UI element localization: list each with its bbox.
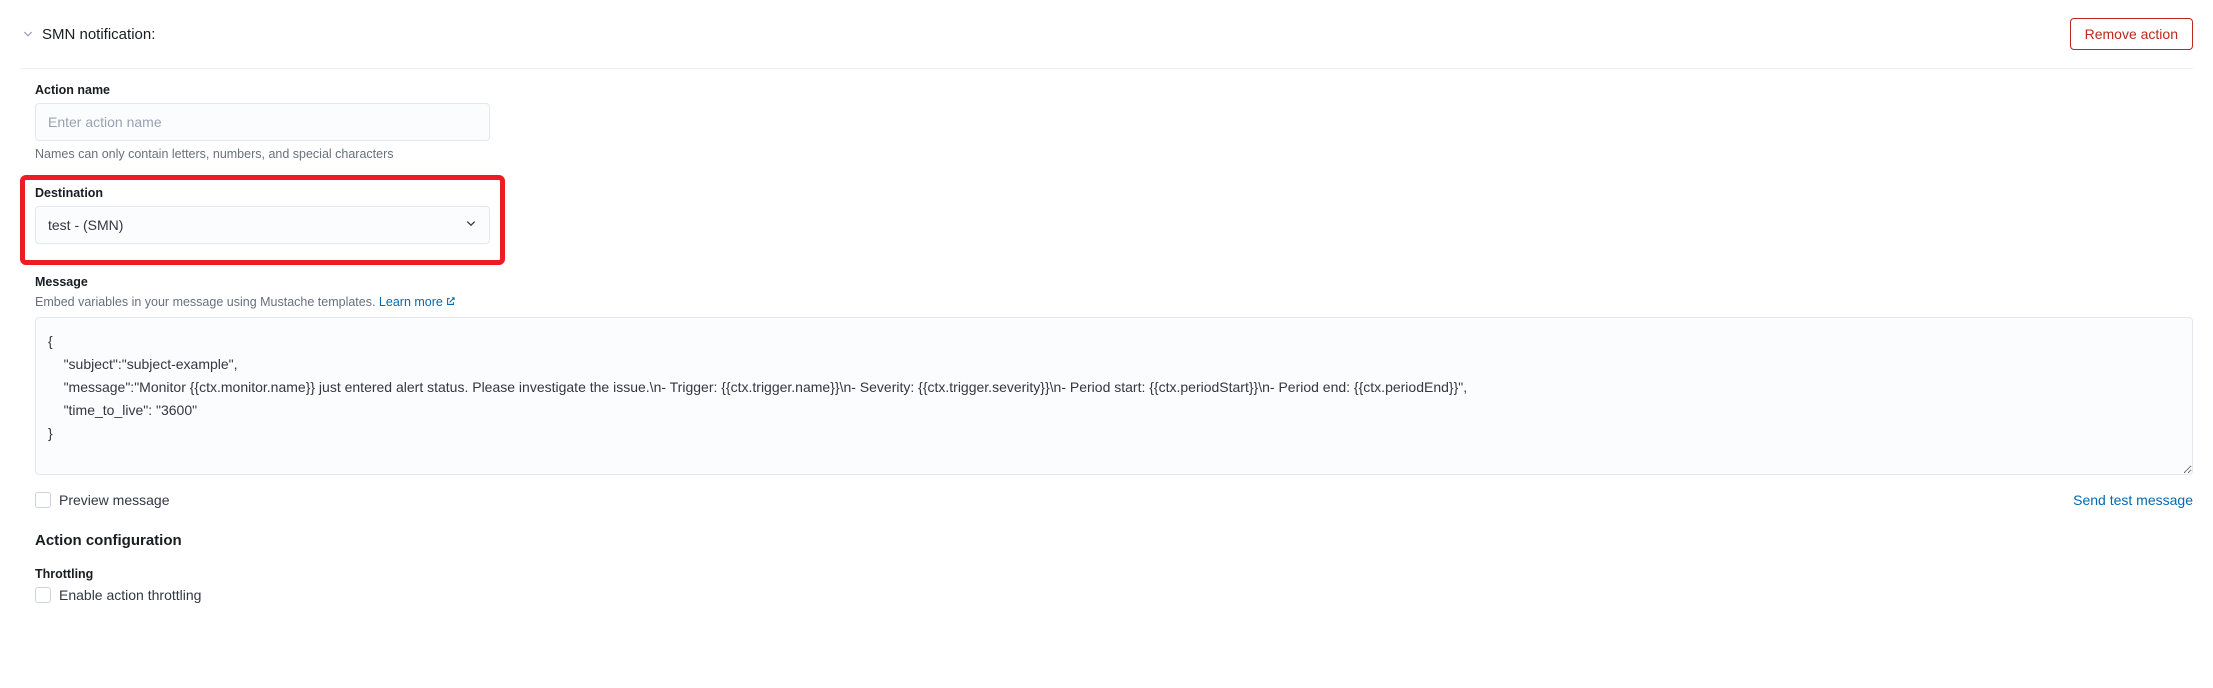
action-name-label: Action name bbox=[35, 83, 2193, 97]
learn-more-text: Learn more bbox=[379, 295, 443, 309]
enable-throttling-wrap[interactable]: Enable action throttling bbox=[35, 587, 2193, 603]
message-field: Message Embed variables in your message … bbox=[35, 275, 2193, 478]
action-name-input[interactable] bbox=[35, 103, 490, 141]
message-help: Embed variables in your message using Mu… bbox=[35, 295, 2193, 309]
enable-throttling-text: Enable action throttling bbox=[59, 587, 201, 603]
external-link-icon bbox=[445, 296, 456, 307]
destination-highlight: Destination test - (SMN) bbox=[20, 175, 505, 265]
throttling-field: Throttling Enable action throttling bbox=[35, 567, 2193, 603]
preview-label: Preview message bbox=[59, 492, 170, 508]
message-textarea[interactable] bbox=[35, 317, 2193, 475]
send-test-message-link[interactable]: Send test message bbox=[2073, 492, 2193, 508]
preview-checkbox-wrap[interactable]: Preview message bbox=[35, 492, 170, 508]
destination-label: Destination bbox=[35, 186, 490, 200]
message-label: Message bbox=[35, 275, 2193, 289]
form-body: Action name Names can only contain lette… bbox=[20, 69, 2193, 603]
header-left: SMN notification: bbox=[20, 26, 155, 43]
preview-row: Preview message Send test message bbox=[35, 492, 2193, 508]
enable-throttling-checkbox[interactable] bbox=[35, 587, 51, 603]
preview-checkbox[interactable] bbox=[35, 492, 51, 508]
section-title: SMN notification: bbox=[42, 26, 155, 43]
learn-more-link[interactable]: Learn more bbox=[379, 295, 456, 309]
action-name-help: Names can only contain letters, numbers,… bbox=[35, 147, 2193, 161]
message-help-text: Embed variables in your message using Mu… bbox=[35, 295, 379, 309]
action-name-field: Action name Names can only contain lette… bbox=[35, 83, 2193, 161]
section-header: SMN notification: Remove action bbox=[20, 10, 2193, 69]
destination-field: Destination test - (SMN) bbox=[35, 186, 490, 244]
action-config-title: Action configuration bbox=[35, 532, 2193, 549]
chevron-down-icon[interactable] bbox=[20, 26, 36, 42]
destination-select[interactable]: test - (SMN) bbox=[35, 206, 490, 244]
throttling-label: Throttling bbox=[35, 567, 2193, 581]
remove-action-button[interactable]: Remove action bbox=[2070, 18, 2193, 50]
destination-selected-value: test - (SMN) bbox=[35, 206, 490, 244]
